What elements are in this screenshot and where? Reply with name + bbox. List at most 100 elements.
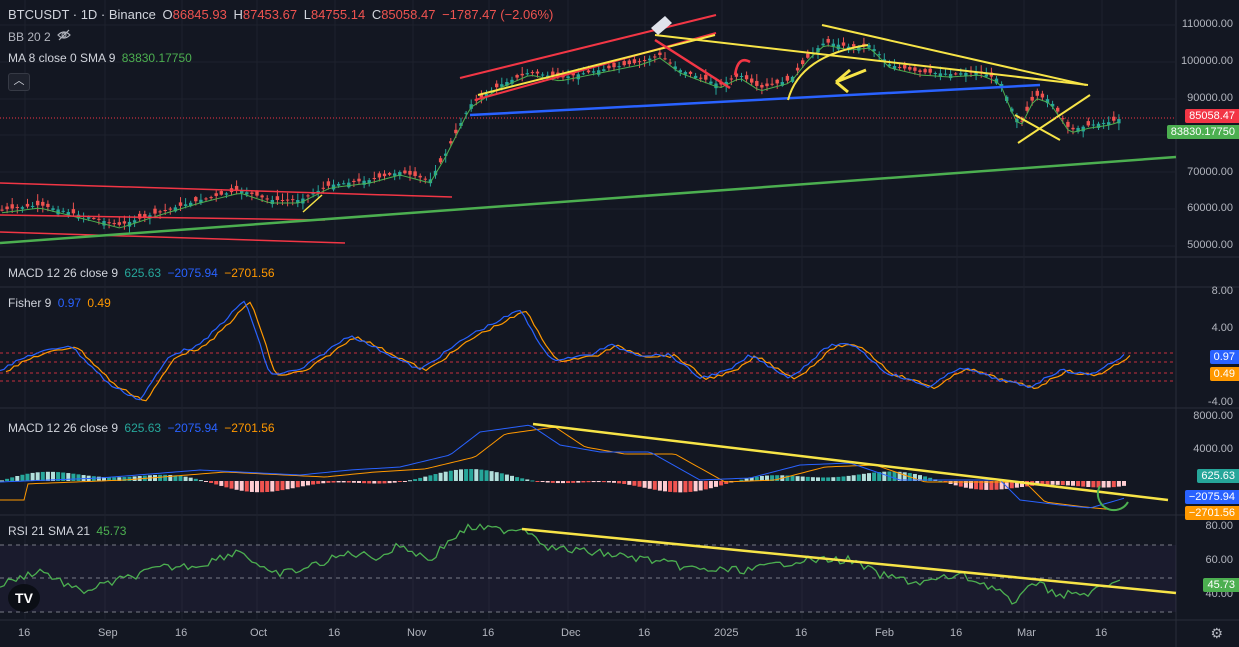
macd-histogram-bar	[40, 471, 45, 481]
candle-body	[959, 73, 963, 75]
macd-collapsed-legend[interactable]: MACD 12 26 close 9 625.63 −2075.94 −2701…	[8, 266, 278, 281]
fisher-tick: -4.00	[1207, 396, 1233, 408]
macd-histogram-bar	[1086, 481, 1091, 487]
price-tick: 100000.00	[1181, 55, 1233, 67]
eye-off-icon[interactable]	[57, 29, 71, 44]
macd-histogram-bar	[882, 471, 887, 481]
candle-body	[877, 54, 881, 56]
macd-histogram-bar	[851, 475, 856, 481]
chevron-up-icon[interactable]: ︿	[8, 73, 30, 91]
candle-body	[25, 203, 30, 207]
candle-body	[520, 73, 524, 76]
macd-histogram-bar	[1111, 481, 1116, 488]
macd-tick: 8000.00	[1193, 410, 1233, 422]
macd-histogram-bar	[510, 475, 514, 481]
macd-histogram-bar	[606, 481, 611, 483]
candle-body	[1056, 107, 1060, 112]
macd-histogram-bar	[1106, 481, 1111, 488]
chart-canvas[interactable]	[0, 0, 1239, 647]
macd-tag-hist: 625.63	[1197, 469, 1239, 483]
candle-body	[51, 208, 55, 210]
time-tick: 16	[328, 627, 341, 639]
bb-legend[interactable]: BB 20 2	[8, 29, 74, 45]
candle-body	[933, 73, 937, 75]
macd-histogram-bar	[188, 477, 193, 481]
candle-body	[821, 43, 825, 46]
candle-body	[219, 191, 223, 195]
candle-body	[1040, 93, 1045, 98]
macd-histogram-bar	[459, 469, 463, 481]
channel-line	[0, 214, 326, 221]
tradingview-logo[interactable]: TV	[8, 584, 40, 612]
time-tick: 2025	[714, 627, 739, 639]
candle-body	[10, 204, 14, 209]
macd-histogram-bar	[719, 481, 724, 486]
candle-body	[326, 181, 331, 186]
symbol-title[interactable]: BTCUSDT · 1D · Binance	[8, 7, 156, 22]
rsi-legend[interactable]: RSI 21 SMA 21 45.73	[8, 524, 129, 539]
candle-body	[250, 192, 254, 194]
time-tick: Mar	[1017, 627, 1036, 639]
candle-body	[668, 62, 672, 64]
candle-body	[158, 211, 162, 213]
channel-line	[0, 231, 346, 244]
macd-histogram-bar	[198, 480, 203, 482]
candle-body	[1071, 127, 1075, 130]
macd-histogram-bar	[96, 476, 101, 481]
macd-histogram-bar	[856, 474, 861, 481]
candle-body	[204, 198, 208, 200]
macd-histogram-bar	[321, 481, 326, 484]
candle-body	[20, 207, 25, 209]
fisher-v1: 0.97	[57, 296, 82, 310]
candle-body	[709, 81, 713, 84]
trend-line	[532, 422, 1169, 502]
ma-legend[interactable]: MA 8 close 0 SMA 9 83830.17750	[8, 51, 195, 66]
change-value: −1787.47 (−2.06%)	[442, 7, 554, 22]
candle-body	[744, 75, 749, 80]
macd-histogram-bar	[469, 469, 474, 481]
candle-body	[688, 71, 693, 74]
macd-histogram-bar	[861, 473, 866, 481]
candle-body	[454, 129, 458, 134]
macd-v2: −2075.94	[167, 421, 218, 435]
candle-body	[984, 74, 988, 77]
arrow-line	[654, 38, 731, 90]
macd-histogram-bar	[244, 481, 249, 492]
macd-legend[interactable]: MACD 12 26 close 9 625.63 −2075.94 −2701…	[8, 421, 278, 436]
support-line	[469, 83, 1041, 117]
candle-body	[280, 199, 285, 201]
macd-histogram-bar	[708, 481, 713, 489]
candle-body	[260, 195, 264, 198]
macd-histogram-bar	[504, 474, 509, 481]
macd-histogram-bar	[209, 481, 214, 483]
macd-histogram-bar	[234, 481, 239, 490]
macd-histogram-bar	[341, 481, 346, 483]
macd-histogram-bar	[418, 477, 423, 481]
candle-body	[183, 204, 188, 206]
macd-histogram-bar	[581, 481, 586, 483]
candle-body	[602, 69, 606, 72]
candle-body	[755, 80, 759, 86]
macd-histogram-bar	[663, 481, 667, 492]
candle-body	[693, 75, 698, 79]
candle-body	[342, 183, 346, 185]
macd-histogram-bar	[479, 469, 484, 481]
candle-body	[852, 44, 856, 47]
price-tick: 70000.00	[1187, 166, 1233, 178]
macd-histogram-bar	[474, 469, 479, 481]
candle-body	[255, 191, 259, 196]
candle-body	[795, 67, 800, 71]
macd-histogram-bar	[810, 477, 815, 481]
time-tick: Nov	[407, 627, 427, 639]
fisher-legend[interactable]: Fisher 9 0.97 0.49	[8, 296, 114, 311]
macd-histogram-bar	[367, 481, 372, 484]
candle-body	[622, 61, 626, 66]
macd-histogram-bar	[25, 473, 30, 481]
time-tick: 16	[175, 627, 188, 639]
macd-histogram-bar	[668, 481, 673, 492]
candle-body	[61, 210, 65, 212]
gear-icon[interactable]: ⚙	[1210, 625, 1223, 642]
candle-body	[41, 201, 45, 206]
macd-histogram-bar	[387, 481, 392, 484]
candle-body	[1025, 106, 1029, 111]
